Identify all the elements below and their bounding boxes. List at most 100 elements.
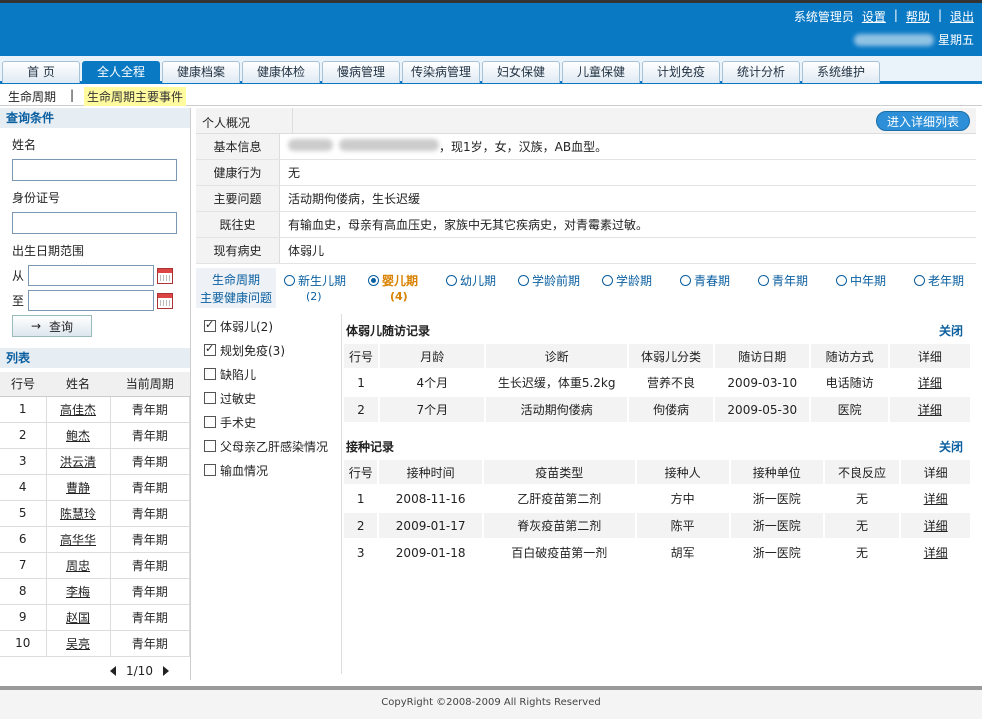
radio-icon bbox=[518, 275, 529, 286]
patient-name-link[interactable]: 李梅 bbox=[66, 585, 90, 599]
detail-link[interactable]: 详细 bbox=[924, 519, 948, 533]
patient-name-link[interactable]: 高华华 bbox=[60, 533, 96, 547]
event-checkbox[interactable]: 输血情况 bbox=[196, 458, 336, 482]
period-option[interactable]: 学龄前期 bbox=[518, 272, 580, 289]
tab-immunization[interactable]: 计划免疫 bbox=[642, 61, 720, 83]
checkbox[interactable] bbox=[204, 318, 216, 332]
period-name: 青年期 bbox=[772, 274, 809, 288]
table-row[interactable]: 6 高华华 青年期 bbox=[0, 526, 190, 553]
table-row[interactable]: 9 赵国 青年期 bbox=[0, 604, 190, 631]
detail-link[interactable]: 详细 bbox=[924, 546, 948, 560]
patient-name-link[interactable]: 洪云清 bbox=[60, 455, 96, 469]
help-link[interactable]: 帮助 bbox=[906, 8, 930, 25]
profile-value: 活动期佝偻病，生长迟缓 bbox=[280, 186, 420, 211]
checkbox[interactable] bbox=[204, 368, 216, 380]
table-row[interactable]: 7 周忠 青年期 bbox=[0, 552, 190, 579]
tab-women-care[interactable]: 妇女保健 bbox=[482, 61, 560, 83]
next-page-icon[interactable] bbox=[162, 666, 169, 676]
page-indicator: 1/10 bbox=[126, 664, 153, 678]
calendar-icon[interactable] bbox=[157, 292, 173, 309]
query-button[interactable]: → 查询 bbox=[12, 315, 92, 337]
calendar-icon[interactable] bbox=[157, 267, 173, 284]
detail-link[interactable]: 详细 bbox=[918, 376, 942, 390]
subnav-life-cycle[interactable]: 生命周期 bbox=[8, 88, 56, 105]
tab-infectious[interactable]: 传染病管理 bbox=[402, 61, 480, 83]
tab-health-record[interactable]: 健康档案 bbox=[162, 61, 240, 83]
current-period: 青年期 bbox=[110, 396, 190, 423]
logout-link[interactable]: 退出 bbox=[950, 8, 974, 25]
patient-name-link[interactable]: 高佳杰 bbox=[60, 403, 96, 417]
patient-name-link[interactable]: 赵国 bbox=[66, 611, 90, 625]
table-row[interactable]: 8 李梅 青年期 bbox=[0, 578, 190, 605]
tab-statistics[interactable]: 统计分析 bbox=[722, 61, 800, 83]
period-option[interactable]: 新生儿期 bbox=[284, 272, 346, 289]
radio-icon bbox=[446, 275, 457, 286]
col-header: 月龄 bbox=[380, 344, 485, 368]
close-vaccination-button[interactable]: 关闭 bbox=[939, 438, 963, 455]
header-links: 系统管理员 设置 | 帮助 | 退出 bbox=[794, 8, 974, 25]
patient-name-link[interactable]: 鲍杰 bbox=[66, 429, 90, 443]
cell: 方中 bbox=[670, 492, 695, 506]
to-label: 至 bbox=[12, 294, 25, 308]
subnav-life-events[interactable]: 生命周期主要事件 bbox=[84, 87, 187, 106]
pager: 1/10 bbox=[110, 664, 169, 678]
detail-list-button[interactable]: 进入详细列表 bbox=[875, 111, 970, 131]
table-row[interactable]: 3 洪云清 青年期 bbox=[0, 448, 190, 475]
event-checkbox[interactable]: 缺陷儿 bbox=[196, 362, 336, 386]
period-option[interactable]: 青年期 bbox=[758, 272, 808, 289]
id-input[interactable] bbox=[12, 212, 177, 234]
period-option[interactable]: 中年期 bbox=[836, 272, 886, 289]
tab-system[interactable]: 系统维护 bbox=[802, 61, 880, 83]
table-row[interactable]: 2 鲍杰 青年期 bbox=[0, 422, 190, 449]
checkbox[interactable] bbox=[204, 392, 216, 404]
close-weak-button[interactable]: 关闭 bbox=[939, 322, 963, 339]
period-name: 学龄期 bbox=[616, 274, 653, 288]
birth-to-input[interactable] bbox=[28, 290, 154, 311]
table-row[interactable]: 4 曹静 青年期 bbox=[0, 474, 190, 501]
detail-link[interactable]: 详细 bbox=[918, 403, 942, 417]
period-name: 学龄前期 bbox=[532, 274, 581, 288]
life-period-selector: 生命周期 主要健康问题 新生儿期 (2) 婴儿期 (4) 幼儿期 学龄前期 学龄期 青春期 青年… bbox=[196, 268, 976, 310]
table-row[interactable]: 1 高佳杰 青年期 bbox=[0, 396, 190, 423]
patient-name-link[interactable]: 陈慧玲 bbox=[60, 507, 96, 521]
birth-from-input[interactable] bbox=[28, 265, 154, 286]
period-option[interactable]: 幼儿期 bbox=[446, 272, 496, 289]
period-option[interactable]: 老年期 bbox=[914, 272, 964, 289]
event-checkbox[interactable]: 规划免疫(3) bbox=[196, 338, 336, 362]
checkbox[interactable] bbox=[204, 342, 216, 356]
radio-icon bbox=[368, 275, 379, 286]
patient-name-link[interactable]: 吴亮 bbox=[66, 637, 90, 651]
col-header: 行号 bbox=[344, 344, 379, 368]
table-row[interactable]: 5 陈慧玲 青年期 bbox=[0, 500, 190, 527]
cell: 2 bbox=[344, 513, 378, 538]
event-label: 体弱儿(2) bbox=[220, 319, 273, 334]
period-option[interactable]: 婴儿期 bbox=[368, 272, 418, 289]
patient-name-link[interactable]: 周忠 bbox=[66, 559, 90, 573]
checkbox[interactable] bbox=[204, 416, 216, 428]
period-option[interactable]: 学龄期 bbox=[602, 272, 652, 289]
event-checkbox[interactable]: 父母亲乙肝感染情况 bbox=[196, 434, 336, 458]
event-checkbox[interactable]: 体弱儿(2) bbox=[196, 314, 336, 338]
tab-home[interactable]: 首 页 bbox=[2, 61, 80, 83]
tab-child-care[interactable]: 儿童保健 bbox=[562, 61, 640, 83]
detail-link[interactable]: 详细 bbox=[924, 492, 948, 506]
name-input[interactable] bbox=[12, 159, 177, 181]
tab-whole-life[interactable]: 全人全程 bbox=[82, 61, 160, 83]
blurred-text bbox=[339, 139, 439, 151]
tab-health-checkup[interactable]: 健康体检 bbox=[242, 61, 320, 83]
settings-link[interactable]: 设置 bbox=[862, 8, 886, 25]
col-header: 行号 bbox=[0, 372, 46, 397]
cell: 电话随访 bbox=[825, 376, 874, 390]
patient-name-link[interactable]: 曹静 bbox=[66, 481, 90, 495]
checkbox[interactable] bbox=[204, 464, 216, 476]
tab-chronic[interactable]: 慢病管理 bbox=[322, 61, 400, 83]
event-checkbox[interactable]: 过敏史 bbox=[196, 386, 336, 410]
event-label: 手术史 bbox=[220, 415, 257, 430]
current-period: 青年期 bbox=[110, 578, 190, 605]
event-checkbox[interactable]: 手术史 bbox=[196, 410, 336, 434]
prev-page-icon[interactable] bbox=[110, 666, 116, 676]
records-area: 体弱儿随访记录 关闭 行号 月龄 诊断 体弱儿分类 随访日期 随访方式 详细 1 4个月 生长迟… bbox=[341, 314, 971, 674]
checkbox[interactable] bbox=[204, 440, 216, 452]
period-option[interactable]: 青春期 bbox=[680, 272, 730, 289]
table-row[interactable]: 10 吴亮 青年期 bbox=[0, 630, 190, 657]
